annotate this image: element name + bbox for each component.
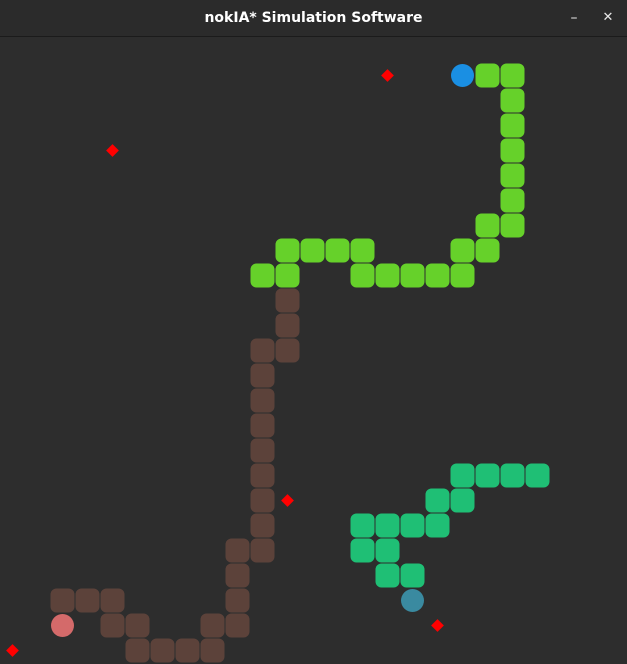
snake-segment bbox=[475, 463, 500, 488]
snake-segment bbox=[250, 438, 275, 463]
snake-segment bbox=[125, 638, 150, 663]
snake-2 bbox=[50, 288, 300, 663]
snake-segment bbox=[100, 588, 125, 613]
snake-segment bbox=[500, 213, 525, 238]
snake-segment bbox=[450, 238, 475, 263]
snake-segment bbox=[350, 513, 375, 538]
snake-segment bbox=[500, 113, 525, 138]
game-board bbox=[0, 38, 627, 664]
snake-segment bbox=[300, 238, 325, 263]
snake-head bbox=[451, 64, 474, 87]
snake-segment bbox=[75, 588, 100, 613]
minimize-button[interactable]: – bbox=[562, 6, 586, 30]
snake-segment bbox=[450, 263, 475, 288]
snake-segment bbox=[500, 188, 525, 213]
snake-segment bbox=[275, 263, 300, 288]
snake-segment bbox=[200, 638, 225, 663]
snake-segment bbox=[500, 138, 525, 163]
snake-segment bbox=[250, 388, 275, 413]
food-pellet bbox=[431, 619, 444, 632]
close-button[interactable]: ✕ bbox=[596, 6, 620, 30]
snake-head bbox=[401, 589, 424, 612]
snake-segment bbox=[250, 338, 275, 363]
snake-segment bbox=[500, 163, 525, 188]
snake-segment bbox=[350, 263, 375, 288]
snake-segment bbox=[250, 488, 275, 513]
snake-segment bbox=[450, 488, 475, 513]
snake-segment bbox=[275, 288, 300, 313]
snake-segment bbox=[275, 338, 300, 363]
snake-segment bbox=[250, 538, 275, 563]
food-pellet bbox=[381, 69, 394, 82]
snake-segment bbox=[200, 613, 225, 638]
snake-segment bbox=[225, 588, 250, 613]
snake-segment bbox=[250, 363, 275, 388]
snake-segment bbox=[225, 538, 250, 563]
snake-segment bbox=[500, 463, 525, 488]
snake-segment bbox=[250, 413, 275, 438]
snake-3 bbox=[350, 463, 550, 612]
game-window: nokIA* Simulation Software – ✕ bbox=[0, 0, 627, 664]
food-pellet bbox=[6, 644, 19, 657]
snake-segment bbox=[150, 638, 175, 663]
snake-segment bbox=[250, 463, 275, 488]
snake-segment bbox=[375, 563, 400, 588]
snake-segment bbox=[50, 588, 75, 613]
snake-segment bbox=[350, 238, 375, 263]
snake-segment bbox=[250, 513, 275, 538]
food-pellet bbox=[281, 494, 294, 507]
board-svg bbox=[6, 63, 550, 663]
snake-segment bbox=[100, 613, 125, 638]
snake-segment bbox=[225, 563, 250, 588]
snake-segment bbox=[475, 238, 500, 263]
snake-segment bbox=[475, 63, 500, 88]
snake-segment bbox=[450, 463, 475, 488]
snake-segment bbox=[375, 513, 400, 538]
snake-segment bbox=[250, 263, 275, 288]
snake-segment bbox=[225, 613, 250, 638]
snake-segment bbox=[500, 63, 525, 88]
food-pellet bbox=[106, 144, 119, 157]
title-bar[interactable]: nokIA* Simulation Software – ✕ bbox=[0, 0, 627, 37]
snake-segment bbox=[400, 563, 425, 588]
snake-segment bbox=[525, 463, 550, 488]
window-title: nokIA* Simulation Software bbox=[204, 10, 423, 26]
snake-segment bbox=[275, 238, 300, 263]
snake-segment bbox=[175, 638, 200, 663]
snake-segment bbox=[425, 263, 450, 288]
snake-segment bbox=[500, 88, 525, 113]
snake-segment bbox=[425, 513, 450, 538]
snake-segment bbox=[275, 313, 300, 338]
snake-segment bbox=[375, 538, 400, 563]
snake-segment bbox=[350, 538, 375, 563]
snake-segment bbox=[400, 263, 425, 288]
snake-segment bbox=[375, 263, 400, 288]
snake-head bbox=[51, 614, 74, 637]
snake-segment bbox=[425, 488, 450, 513]
snake-segment bbox=[325, 238, 350, 263]
snake-segment bbox=[475, 213, 500, 238]
snake-segment bbox=[125, 613, 150, 638]
snake-1 bbox=[250, 63, 525, 288]
snake-segment bbox=[400, 513, 425, 538]
